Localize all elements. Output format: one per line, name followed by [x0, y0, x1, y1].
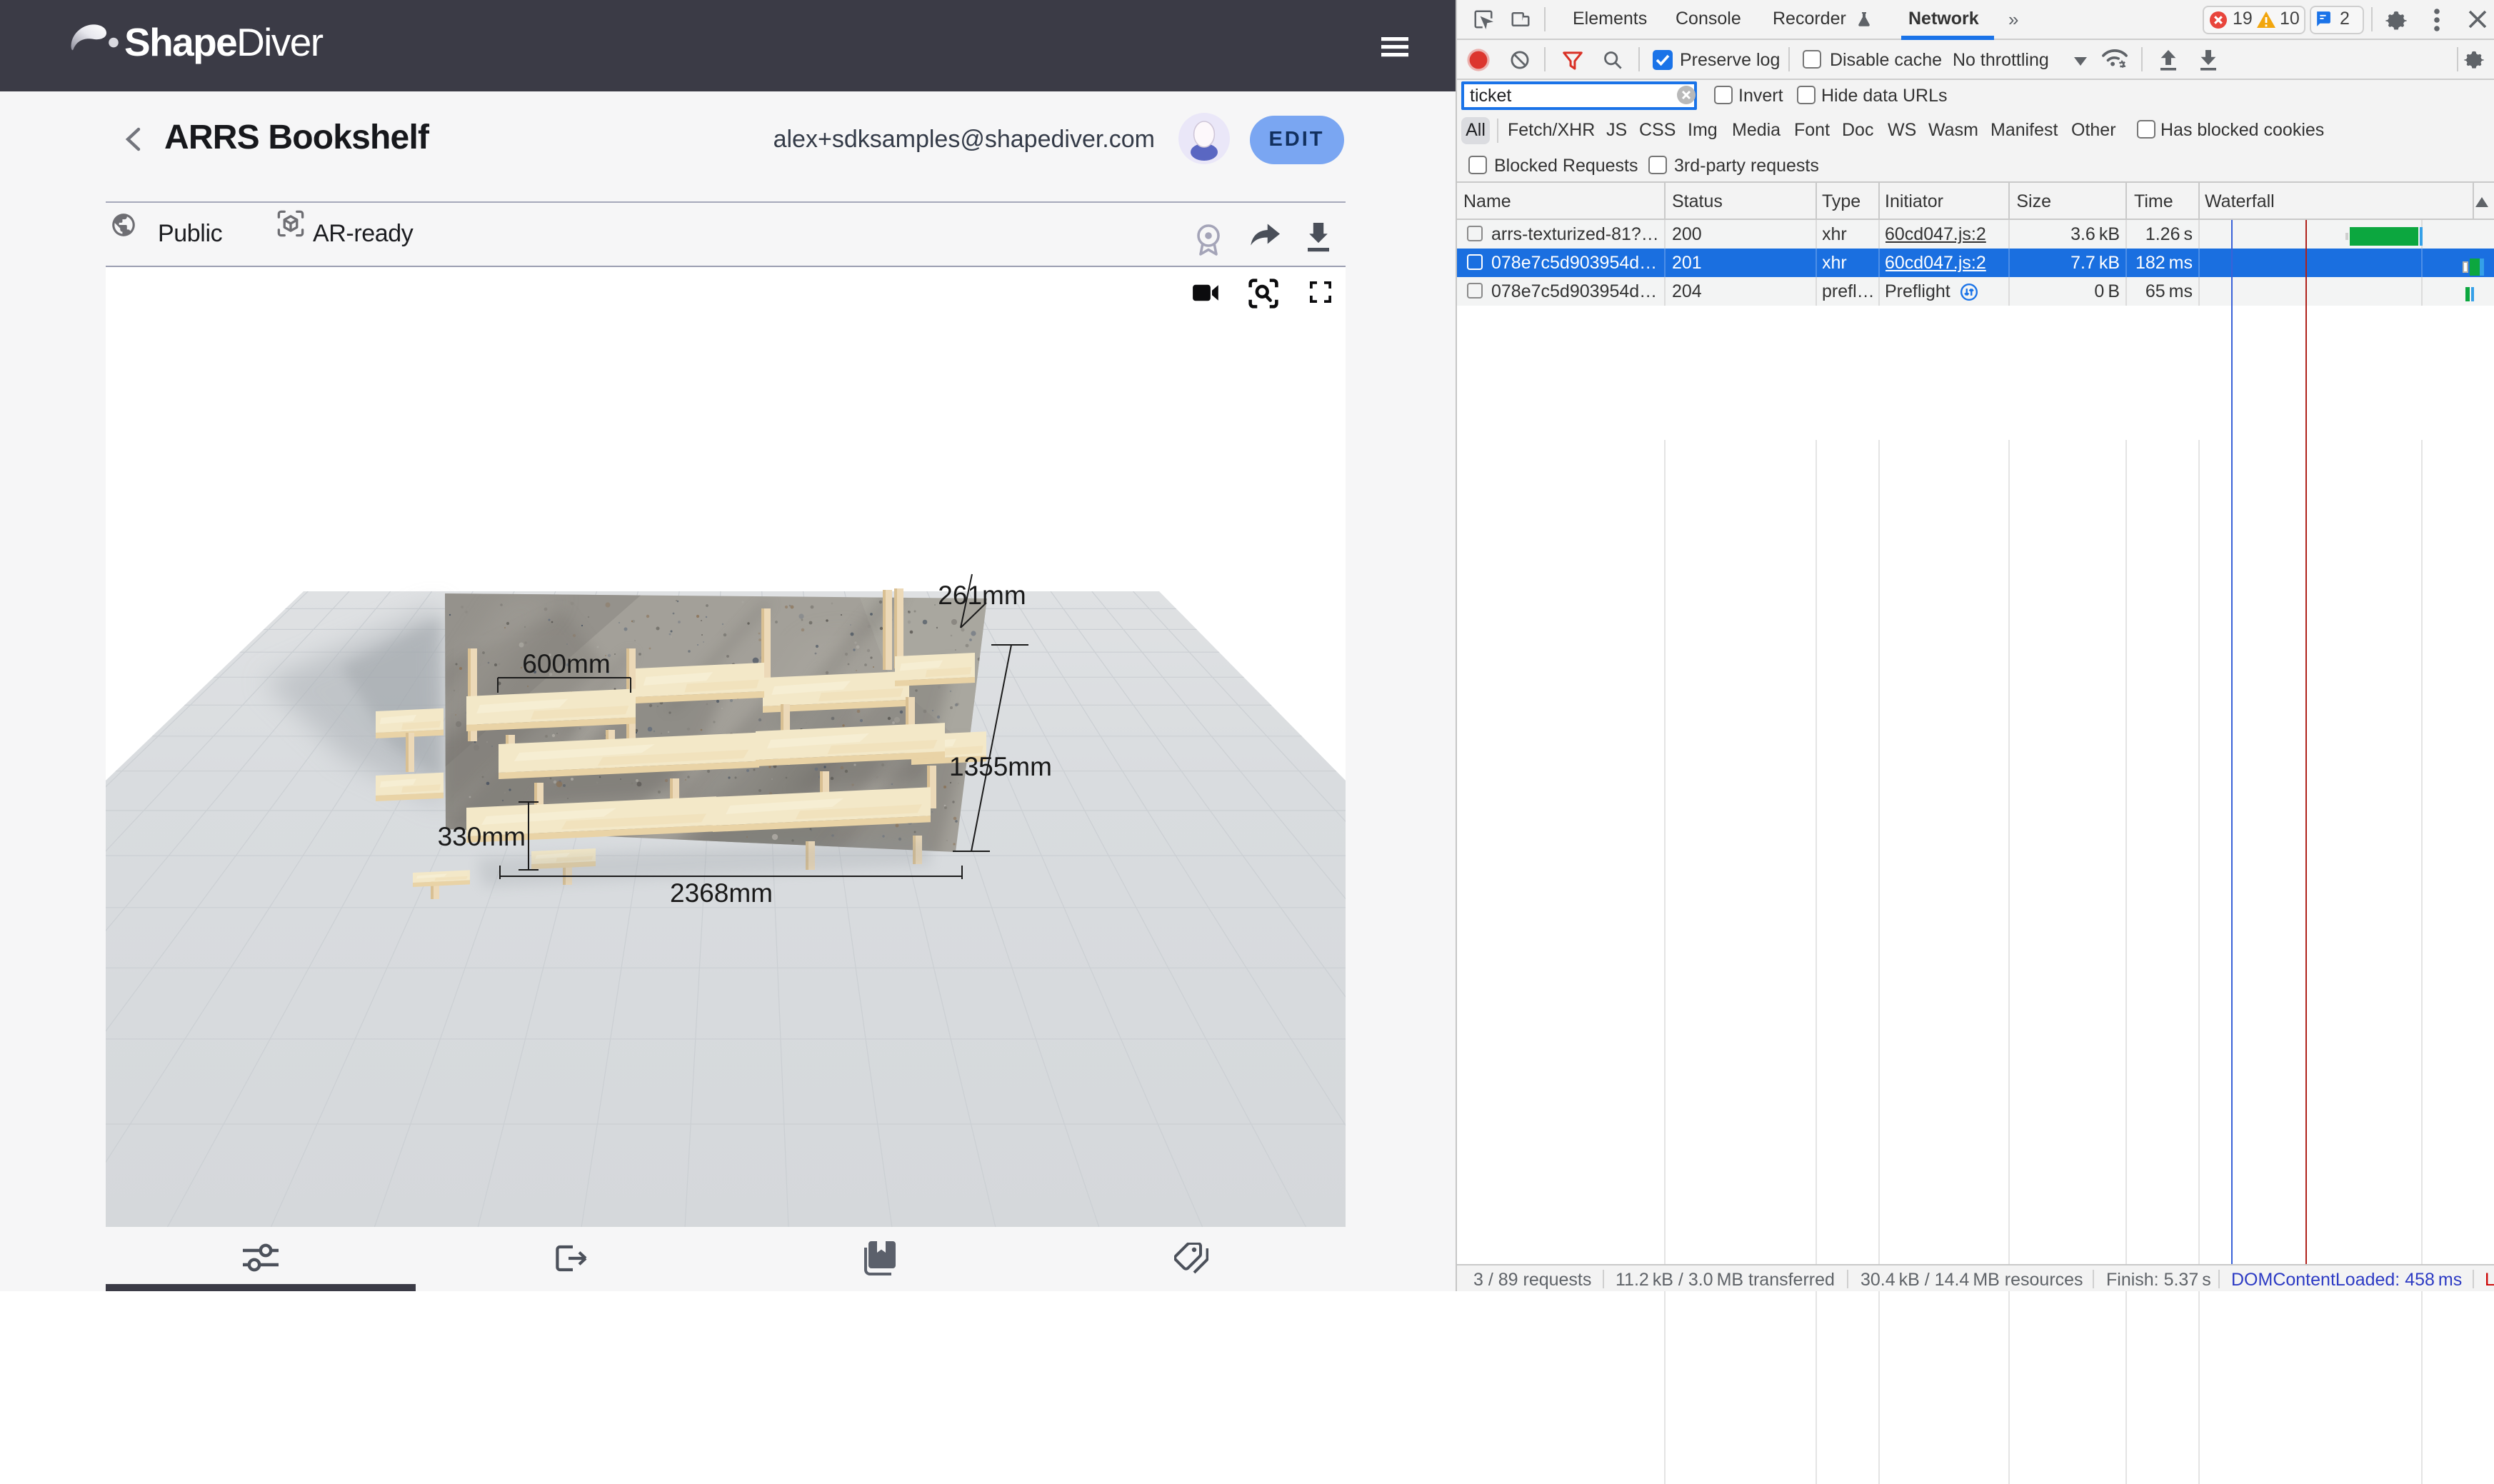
- svg-text:600mm: 600mm: [522, 648, 610, 678]
- svg-text:330mm: 330mm: [438, 821, 526, 851]
- svg-text:2368mm: 2368mm: [670, 878, 773, 907]
- svg-text:261mm: 261mm: [938, 580, 1026, 609]
- svg-text:ShapeDiver: ShapeDiver: [124, 20, 324, 64]
- svg-text:1355mm: 1355mm: [949, 751, 1052, 781]
